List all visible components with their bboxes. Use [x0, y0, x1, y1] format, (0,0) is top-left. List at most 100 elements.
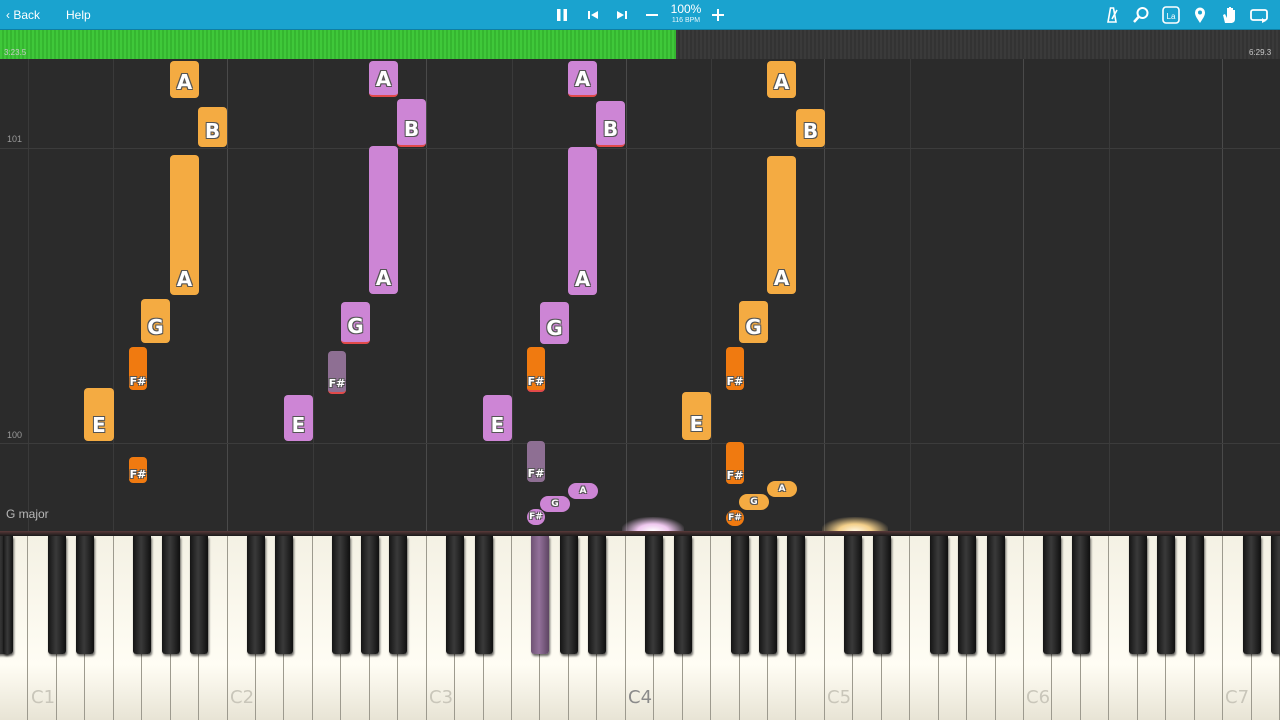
progress-fill: [0, 30, 676, 59]
black-key[interactable]: [787, 536, 806, 654]
elapsed-time: 3:23.5: [4, 48, 27, 57]
note-label: G: [551, 499, 559, 509]
metronome-icon[interactable]: [1101, 4, 1123, 26]
grid-line: [227, 59, 228, 531]
back-label: Back: [13, 8, 41, 22]
grid-line: [910, 59, 911, 531]
black-key[interactable]: [872, 536, 891, 654]
note-a: A: [767, 61, 796, 98]
black-key[interactable]: [844, 536, 863, 654]
note-f-sharp: F#: [527, 347, 545, 392]
black-key[interactable]: [47, 536, 66, 654]
black-key[interactable]: [247, 536, 265, 654]
note-f-sharp: F#: [527, 509, 545, 525]
black-key[interactable]: [1071, 536, 1090, 654]
note-label: G: [546, 316, 563, 340]
grid-line: [1222, 59, 1223, 531]
loop-icon[interactable]: [1248, 4, 1270, 26]
hand-icon[interactable]: [1218, 4, 1240, 26]
pause-icon[interactable]: [551, 4, 573, 26]
note-g: G: [141, 299, 170, 343]
black-key[interactable]: [275, 536, 294, 654]
note-g: G: [341, 302, 370, 344]
note-a: A: [170, 61, 199, 98]
key-signature: G major: [6, 507, 49, 521]
note-label: F#: [726, 375, 744, 388]
black-key[interactable]: [161, 536, 180, 654]
octave-label: C4: [628, 687, 653, 708]
note-roll: 101 100 A B A G F# E F# A B A G F# E A B A G F# E F# A G F# A B A…: [0, 59, 1280, 531]
black-key[interactable]: [3, 536, 13, 654]
measure-number: 100: [7, 430, 23, 440]
note-a: A: [568, 147, 597, 295]
black-key[interactable]: [1185, 536, 1204, 654]
note-label: F#: [529, 512, 543, 522]
next-icon[interactable]: [611, 4, 633, 26]
note-label: F#: [527, 375, 545, 388]
black-key[interactable]: [190, 536, 209, 654]
previous-icon[interactable]: [582, 4, 604, 26]
note-label: G: [147, 315, 164, 339]
note-a: A: [369, 146, 398, 294]
marker-icon[interactable]: [1189, 4, 1211, 26]
black-key[interactable]: [1043, 536, 1062, 654]
measure-line: [0, 443, 1280, 444]
black-key[interactable]: [1128, 536, 1147, 654]
total-time: 6:29.3: [1249, 48, 1272, 57]
note-label: A: [375, 67, 392, 91]
search-icon[interactable]: [1130, 4, 1152, 26]
note-label: F#: [726, 469, 744, 482]
note-label: B: [204, 119, 221, 143]
note-g: G: [739, 494, 769, 510]
note-label: A: [579, 486, 587, 496]
note-b: B: [596, 101, 625, 147]
black-key-f-sharp-active[interactable]: [531, 536, 550, 654]
black-key[interactable]: [645, 536, 664, 654]
black-key[interactable]: [673, 536, 692, 654]
song-progress-bar[interactable]: 3:23.5 6:29.3: [0, 30, 1280, 59]
note-label: B: [802, 119, 819, 143]
black-key[interactable]: [474, 536, 493, 654]
black-key[interactable]: [1242, 536, 1261, 654]
black-key[interactable]: [559, 536, 578, 654]
sheet-icon[interactable]: La: [1160, 4, 1182, 26]
black-key[interactable]: [76, 536, 95, 654]
synthesia-player: ‹ Back Help 100% 116 BPM La 3:23.5 6:29.…: [0, 0, 1280, 720]
black-key[interactable]: [958, 536, 977, 654]
tempo-bpm: 116 BPM: [671, 17, 701, 24]
note-b: B: [796, 109, 825, 147]
black-key[interactable]: [730, 536, 749, 654]
note-a: A: [568, 483, 598, 499]
black-key[interactable]: [360, 536, 379, 654]
black-key[interactable]: [389, 536, 408, 654]
note-e: E: [682, 392, 711, 440]
black-key[interactable]: [759, 536, 777, 654]
help-button[interactable]: Help: [66, 4, 91, 26]
toolbar: ‹ Back Help 100% 116 BPM La: [0, 0, 1280, 30]
black-key[interactable]: [1157, 536, 1176, 654]
note-label: E: [689, 412, 704, 436]
black-key[interactable]: [1271, 536, 1280, 654]
key-hit-sparkle: [822, 517, 888, 531]
note-f-sharp: F#: [726, 442, 744, 484]
plus-icon[interactable]: [707, 4, 729, 26]
black-key[interactable]: [332, 536, 351, 654]
zoom-readout: 100% 116 BPM: [667, 3, 705, 25]
grid-line: [1109, 59, 1110, 531]
black-key[interactable]: [986, 536, 1005, 654]
note-e: E: [84, 388, 114, 441]
black-key[interactable]: [929, 536, 948, 654]
grid-line: [313, 59, 314, 531]
back-button[interactable]: ‹ Back: [6, 4, 40, 26]
black-key[interactable]: [133, 536, 152, 654]
minus-icon[interactable]: [641, 4, 663, 26]
note-a: A: [369, 61, 398, 97]
note-a: A: [568, 61, 597, 97]
octave-label: C3: [429, 687, 454, 708]
black-key[interactable]: [446, 536, 465, 654]
note-label: G: [347, 314, 364, 338]
note-label: A: [176, 267, 193, 291]
black-key[interactable]: [588, 536, 607, 654]
note-label: A: [375, 266, 392, 290]
grid-line: [1023, 59, 1024, 531]
